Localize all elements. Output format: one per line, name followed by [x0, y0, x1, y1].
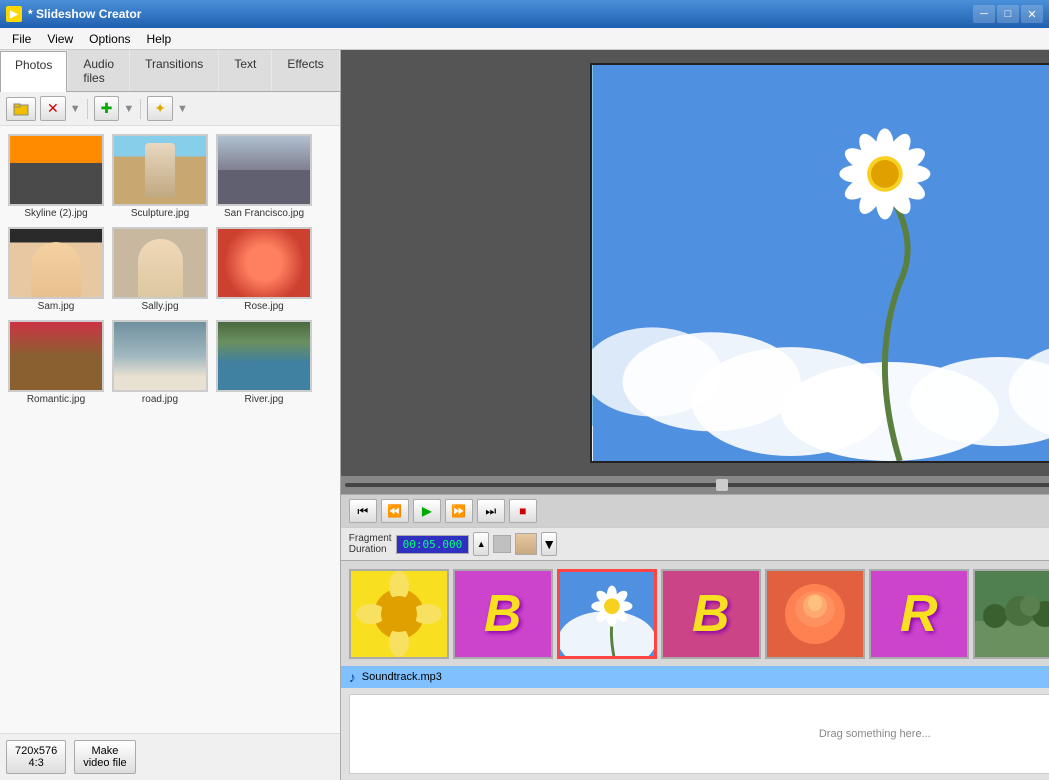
tab-transitions[interactable]: Transitions: [130, 50, 218, 91]
fragment-checkbox[interactable]: [493, 535, 511, 553]
list-item[interactable]: Romantic.jpg: [6, 318, 106, 407]
menu-file[interactable]: File: [4, 30, 39, 48]
resolution-button[interactable]: 720x576 4:3: [6, 740, 66, 774]
text-overlay-label: R: [900, 584, 938, 644]
scrubber-handle[interactable]: [716, 479, 728, 491]
timeline-area: B: [341, 560, 1049, 780]
fragment-value: 00:05.000: [396, 535, 470, 554]
play-button[interactable]: ▶: [413, 499, 441, 523]
open-button[interactable]: [6, 97, 36, 121]
main-content: Photos Audio files Transitions Text Effe…: [0, 50, 1049, 780]
forward-button[interactable]: ⏩: [445, 499, 473, 523]
tab-effects[interactable]: Effects: [272, 50, 338, 91]
edit-toolbar: Fragment Duration 00:05.000 ▲ ▼ 💾 ↩ ✂ ⧉ …: [341, 527, 1049, 560]
minimize-button[interactable]: ─: [973, 5, 995, 23]
left-bottom-bar: 720x576 4:3 Make video file: [0, 733, 340, 780]
fragment-info: Fragment Duration 00:05.000 ▲ ▼: [349, 532, 557, 556]
maximize-button[interactable]: □: [997, 5, 1019, 23]
photo-thumbnail: [216, 320, 312, 392]
list-item[interactable]: River.jpg: [214, 318, 314, 407]
photo-label: road.jpg: [142, 394, 178, 405]
right-panel: ⏮ ⏪ ▶ ⏩ ⏭ ■ 📷 ⛶ 7.0 s / 33.0 s Fragment …: [341, 50, 1049, 780]
photo-thumbnail: [112, 320, 208, 392]
photo-label: Sam.jpg: [38, 301, 75, 312]
stop-button[interactable]: ■: [509, 499, 537, 523]
timeline-item[interactable]: B: [453, 569, 553, 659]
add-button[interactable]: ✚: [94, 96, 120, 121]
photo-thumbnail: [216, 227, 312, 299]
delete-button[interactable]: ✕: [40, 96, 66, 121]
text-overlay-label: B: [692, 584, 730, 644]
photo-grid: Skyline (2).jpg Sculpture.jpg San Franci…: [0, 126, 340, 733]
photo-label: Skyline (2).jpg: [24, 208, 87, 219]
timeline-item[interactable]: R: [869, 569, 969, 659]
list-item[interactable]: Skyline (2).jpg: [6, 132, 106, 221]
drag-area-text: Drag something here...: [819, 728, 931, 740]
left-panel: Photos Audio files Transitions Text Effe…: [0, 50, 341, 780]
photo-thumbnail: [8, 320, 104, 392]
text-overlay-label: B: [484, 584, 522, 644]
scrubber-track[interactable]: [345, 483, 1049, 487]
timeline-item[interactable]: [557, 569, 657, 659]
make-video-button[interactable]: Make video file: [74, 740, 135, 774]
photo-thumbnail: [8, 227, 104, 299]
list-item[interactable]: Sally.jpg: [110, 225, 210, 314]
photo-thumbnail: [216, 134, 312, 206]
fragment-thumb: [515, 533, 537, 555]
photo-label: Sculpture.jpg: [131, 208, 189, 219]
timeline-scroll[interactable]: B: [341, 561, 1049, 666]
favorites-button[interactable]: ✦: [147, 96, 173, 121]
fragment-up-button[interactable]: ▲: [473, 532, 489, 556]
timeline-item[interactable]: B: [661, 569, 761, 659]
preview-image: [590, 63, 1049, 463]
open-folder-icon: [13, 101, 29, 117]
fragment-expand-button[interactable]: ▼: [541, 532, 557, 556]
photo-label: Rose.jpg: [244, 301, 283, 312]
list-item[interactable]: Sculpture.jpg: [110, 132, 210, 221]
tab-bar: Photos Audio files Transitions Text Effe…: [0, 50, 340, 92]
rewind-button[interactable]: ⏪: [381, 499, 409, 523]
timeline-item[interactable]: [765, 569, 865, 659]
list-item[interactable]: San Francisco.jpg: [214, 132, 314, 221]
photo-thumbnail: [112, 227, 208, 299]
photo-label: San Francisco.jpg: [224, 208, 304, 219]
tab-photos[interactable]: Photos: [0, 51, 67, 92]
playback-controls: ⏮ ⏪ ▶ ⏩ ⏭ ■ 📷 ⛶ 7.0 s / 33.0 s: [341, 494, 1049, 527]
app-icon: ▶: [6, 6, 22, 22]
menu-help[interactable]: Help: [139, 30, 180, 48]
photo-toolbar: ✕ ▼ ✚ ▼ ✦ ▼: [0, 92, 340, 126]
close-button[interactable]: ✕: [1021, 5, 1043, 23]
music-note-icon: ♪: [349, 669, 356, 685]
forward-last-button[interactable]: ⏭: [477, 499, 505, 523]
timeline-item[interactable]: [349, 569, 449, 659]
menubar: File View Options Help: [0, 28, 1049, 50]
list-item[interactable]: Sam.jpg: [6, 225, 106, 314]
titlebar: ▶ * Slideshow Creator ─ □ ✕: [0, 0, 1049, 28]
fragment-label: Fragment Duration: [349, 533, 392, 555]
list-item[interactable]: Rose.jpg: [214, 225, 314, 314]
menu-options[interactable]: Options: [81, 30, 138, 48]
window-title: * Slideshow Creator: [28, 7, 973, 21]
tab-audio-files[interactable]: Audio files: [68, 50, 129, 91]
menu-view[interactable]: View: [39, 30, 81, 48]
rewind-first-button[interactable]: ⏮: [349, 499, 377, 523]
tab-text[interactable]: Text: [219, 50, 271, 91]
photo-label: River.jpg: [245, 394, 284, 405]
preview-area: [341, 50, 1049, 476]
soundtrack-filename: Soundtrack.mp3: [362, 671, 442, 683]
photo-label: Romantic.jpg: [27, 394, 85, 405]
list-item[interactable]: road.jpg: [110, 318, 210, 407]
photo-thumbnail: [8, 134, 104, 206]
timeline-scrubber[interactable]: [341, 476, 1049, 494]
soundtrack-bar: ♪ Soundtrack.mp3: [341, 666, 1049, 688]
photo-label: Sally.jpg: [141, 301, 178, 312]
window-controls: ─ □ ✕: [973, 5, 1043, 23]
photo-thumbnail: [112, 134, 208, 206]
timeline-item[interactable]: [973, 569, 1049, 659]
drag-drop-area[interactable]: Drag something here...: [349, 694, 1049, 774]
